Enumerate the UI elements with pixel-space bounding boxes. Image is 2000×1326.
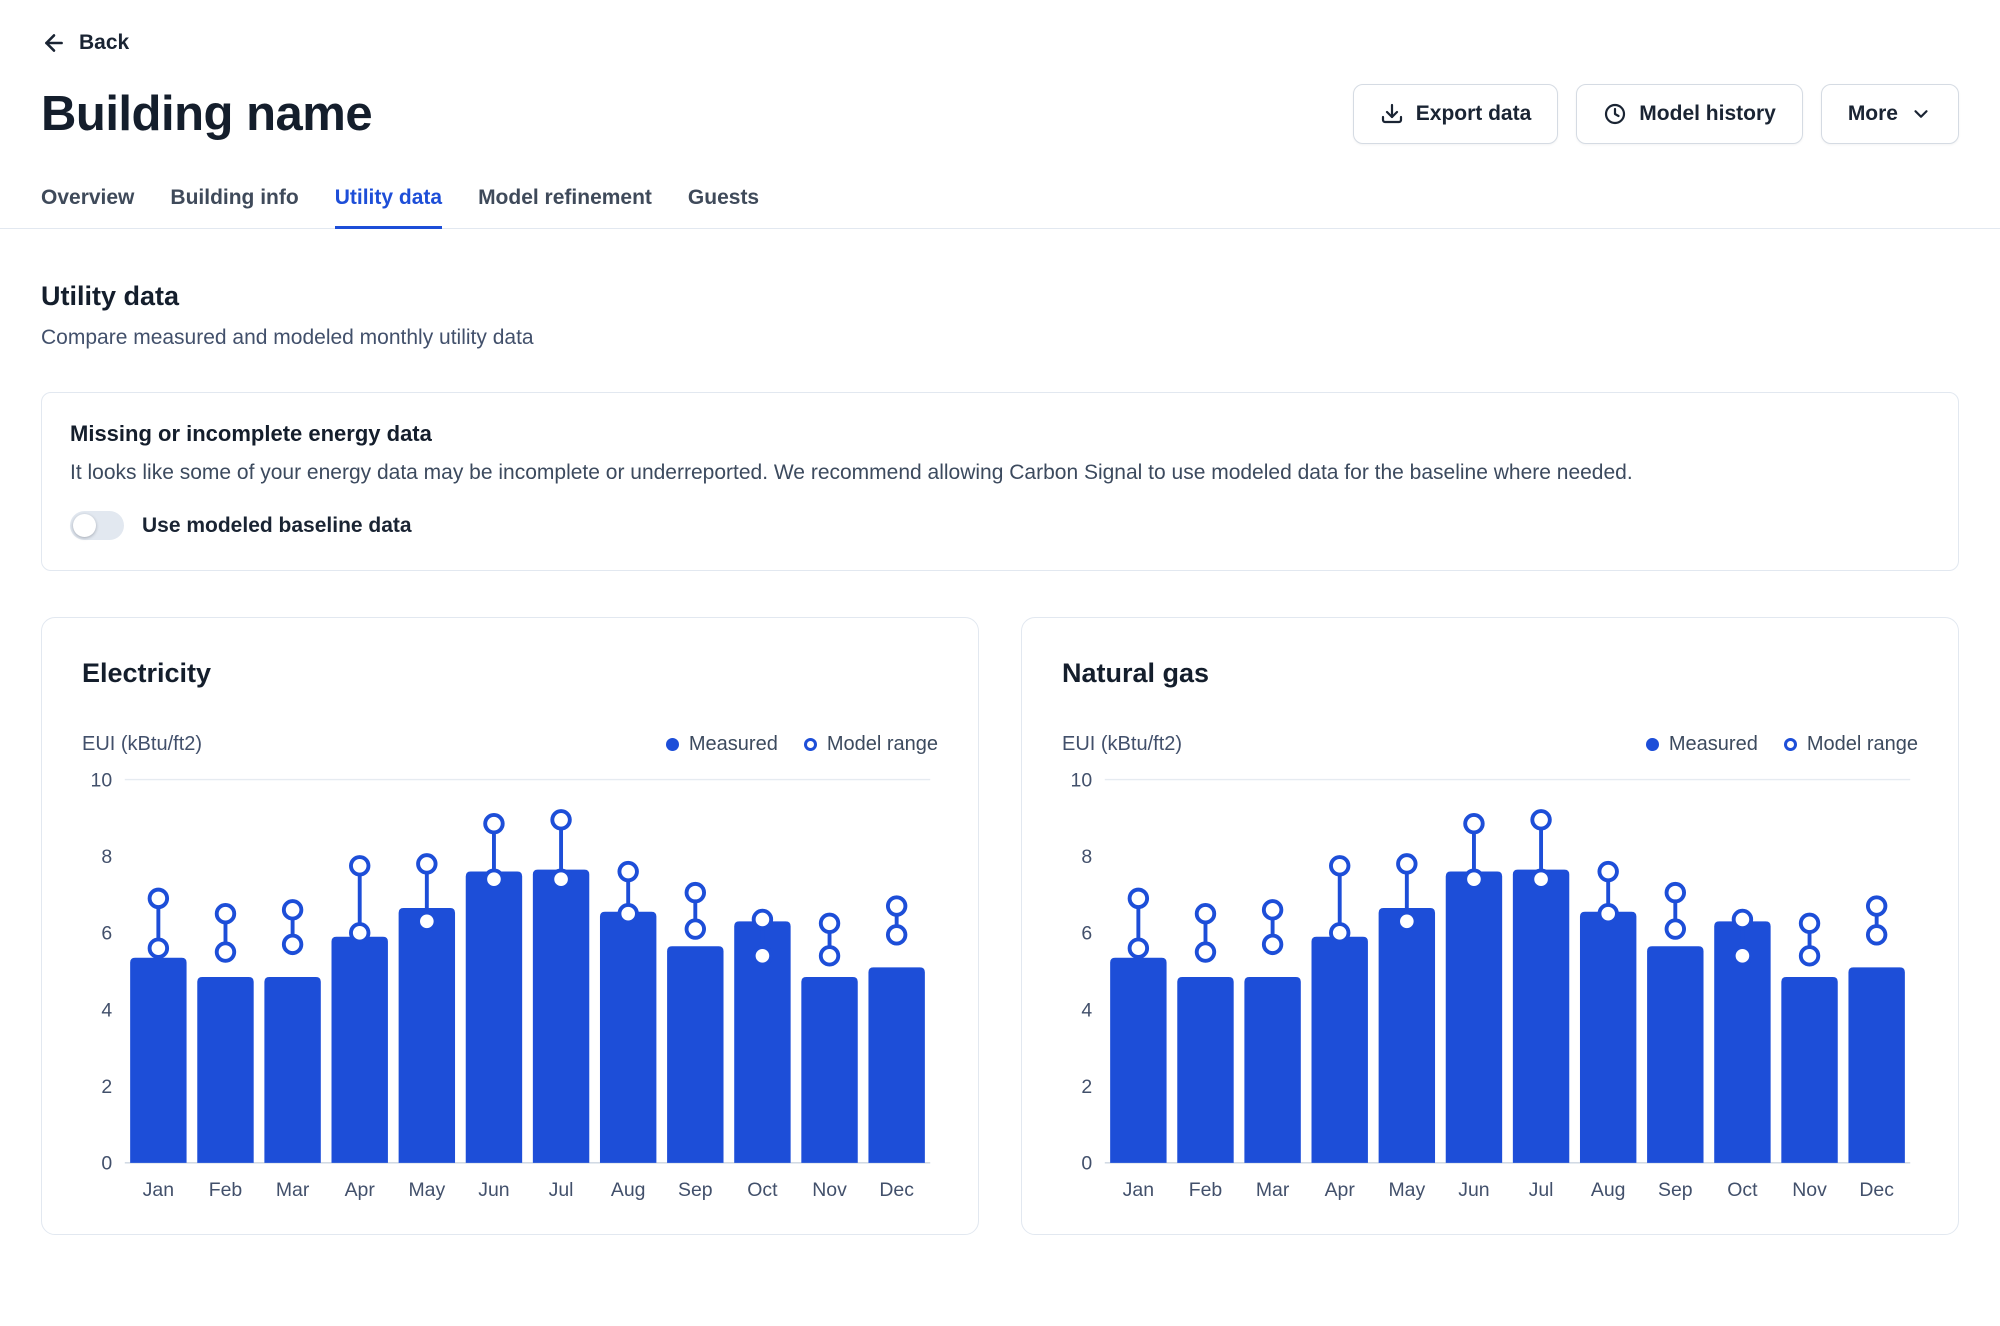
model-history-label: Model history	[1639, 102, 1776, 126]
tab-overview[interactable]: Overview	[41, 180, 134, 228]
svg-text:Jul: Jul	[1529, 1179, 1554, 1201]
svg-text:Jan: Jan	[143, 1179, 174, 1201]
banner-title: Missing or incomplete energy data	[70, 421, 1930, 447]
more-button[interactable]: More	[1821, 84, 1959, 144]
svg-text:0: 0	[1081, 1153, 1092, 1175]
download-icon	[1380, 102, 1404, 126]
header-actions: Export data Model history More	[1353, 84, 1959, 144]
tab-bar: Overview Building info Utility data Mode…	[0, 180, 2000, 229]
svg-text:Jun: Jun	[478, 1179, 509, 1201]
electricity-chart-title: Electricity	[82, 658, 938, 689]
svg-text:Oct: Oct	[747, 1179, 778, 1201]
toggle-label: Use modeled baseline data	[142, 514, 412, 538]
tab-utility-data[interactable]: Utility data	[335, 180, 442, 228]
electricity-card: Electricity EUI (kBtu/ft2) Measured Mode…	[41, 617, 979, 1235]
svg-text:Jun: Jun	[1458, 1179, 1489, 1201]
svg-text:Nov: Nov	[812, 1179, 847, 1201]
svg-text:Dec: Dec	[879, 1179, 914, 1201]
arrow-left-icon	[41, 30, 67, 56]
electricity-legend: Measured Model range	[666, 733, 938, 756]
natural-gas-chart-title: Natural gas	[1062, 658, 1918, 689]
svg-text:Jul: Jul	[549, 1179, 574, 1201]
svg-text:6: 6	[101, 923, 112, 945]
export-data-button[interactable]: Export data	[1353, 84, 1559, 144]
back-button[interactable]: Back	[41, 30, 1959, 56]
charts-row: Electricity EUI (kBtu/ft2) Measured Mode…	[41, 617, 1959, 1235]
svg-text:8: 8	[1081, 846, 1092, 868]
svg-text:May: May	[1388, 1179, 1425, 1201]
legend-model-range: Model range	[1784, 733, 1918, 756]
legend-measured: Measured	[1646, 733, 1758, 756]
section-subtitle: Compare measured and modeled monthly uti…	[41, 326, 1959, 350]
svg-text:4: 4	[1081, 999, 1092, 1021]
legend-model-range: Model range	[804, 733, 938, 756]
model-range-ring-icon	[804, 738, 817, 751]
natural-gas-card: Natural gas EUI (kBtu/ft2) Measured Mode…	[1021, 617, 1959, 1235]
page-title: Building name	[41, 86, 372, 142]
baseline-toggle-row: Use modeled baseline data	[70, 511, 1930, 540]
svg-text:2: 2	[1081, 1076, 1092, 1098]
svg-text:May: May	[408, 1179, 445, 1201]
svg-text:4: 4	[101, 999, 112, 1021]
svg-text:Apr: Apr	[345, 1179, 376, 1201]
legend-model-range-label: Model range	[827, 733, 938, 756]
svg-text:Dec: Dec	[1859, 1179, 1894, 1201]
natural-gas-chart-head: EUI (kBtu/ft2) Measured Model range	[1062, 733, 1918, 756]
natural-gas-legend: Measured Model range	[1646, 733, 1918, 756]
svg-text:6: 6	[1081, 923, 1092, 945]
export-data-label: Export data	[1416, 102, 1532, 126]
tab-model-refinement[interactable]: Model refinement	[478, 180, 652, 228]
svg-text:8: 8	[101, 846, 112, 868]
banner-body: It looks like some of your energy data m…	[70, 461, 1930, 485]
svg-text:Nov: Nov	[1792, 1179, 1827, 1201]
clock-icon	[1603, 102, 1627, 126]
page: Back Building name Export data Model his…	[0, 0, 2000, 1235]
legend-measured: Measured	[666, 733, 778, 756]
svg-text:Mar: Mar	[1256, 1179, 1290, 1201]
toggle-knob	[73, 514, 96, 537]
measured-dot-icon	[1646, 738, 1659, 751]
svg-text:Feb: Feb	[209, 1179, 243, 1201]
svg-text:Aug: Aug	[1591, 1179, 1626, 1201]
electricity-chart: 0 2 4 6 8 10 Jan Feb Mar Apr May Jun Jul Aug Sep Oct Nov…	[82, 764, 938, 1204]
svg-text:Sep: Sep	[1658, 1179, 1693, 1201]
svg-text:Aug: Aug	[611, 1179, 646, 1201]
tab-guests[interactable]: Guests	[688, 180, 759, 228]
svg-text:Apr: Apr	[1325, 1179, 1356, 1201]
legend-measured-label: Measured	[1669, 733, 1758, 756]
natural-gas-y-axis-label: EUI (kBtu/ft2)	[1062, 733, 1182, 756]
svg-text:Sep: Sep	[678, 1179, 713, 1201]
natural-gas-chart: 0 2 4 6 8 10 Jan Feb Mar Apr May Jun Jul Aug Sep Oct Nov…	[1062, 764, 1918, 1204]
legend-model-range-label: Model range	[1807, 733, 1918, 756]
use-modeled-baseline-toggle[interactable]	[70, 511, 124, 540]
electricity-chart-head: EUI (kBtu/ft2) Measured Model range	[82, 733, 938, 756]
model-history-button[interactable]: Model history	[1576, 84, 1803, 144]
tab-building-info[interactable]: Building info	[170, 180, 298, 228]
utility-data-section: Utility data Compare measured and modele…	[41, 281, 1959, 350]
measured-dot-icon	[666, 738, 679, 751]
svg-text:10: 10	[1071, 769, 1093, 791]
title-row: Building name Export data Model history …	[41, 84, 1959, 144]
legend-measured-label: Measured	[689, 733, 778, 756]
section-title: Utility data	[41, 281, 1959, 312]
svg-text:0: 0	[101, 1153, 112, 1175]
chevron-down-icon	[1910, 103, 1932, 125]
electricity-y-axis-label: EUI (kBtu/ft2)	[82, 733, 202, 756]
svg-text:Oct: Oct	[1727, 1179, 1758, 1201]
missing-data-banner: Missing or incomplete energy data It loo…	[41, 392, 1959, 571]
svg-text:2: 2	[101, 1076, 112, 1098]
svg-text:Feb: Feb	[1189, 1179, 1223, 1201]
model-range-ring-icon	[1784, 738, 1797, 751]
back-label: Back	[79, 31, 129, 55]
svg-text:10: 10	[91, 769, 113, 791]
svg-text:Mar: Mar	[276, 1179, 310, 1201]
more-label: More	[1848, 102, 1898, 126]
svg-text:Jan: Jan	[1123, 1179, 1154, 1201]
